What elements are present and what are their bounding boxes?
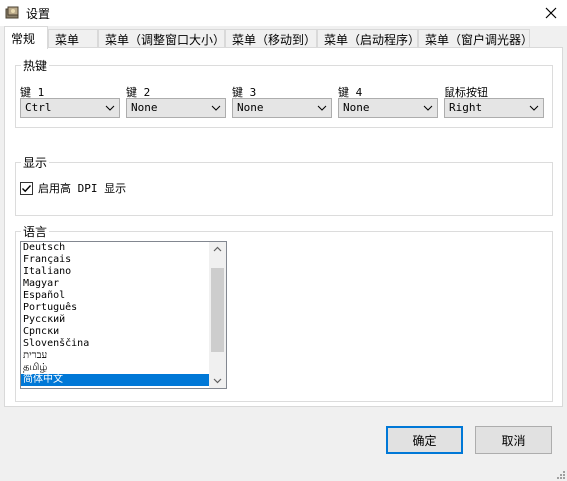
- checkmark-icon: [22, 184, 32, 192]
- mouse-button-value: Right: [449, 101, 483, 114]
- key4-field: 键 4 None: [338, 84, 440, 120]
- language-list-scrollbar[interactable]: [209, 242, 226, 388]
- key1-value: Ctrl: [25, 101, 52, 114]
- chevron-down-icon: [105, 105, 115, 111]
- mouse-button-field: 鼠标按钮 Right: [444, 84, 546, 120]
- chevron-down-icon: [317, 105, 327, 111]
- key3-value: None: [237, 101, 264, 114]
- close-icon: [545, 7, 557, 19]
- key1-field: 键 1 Ctrl: [20, 84, 122, 120]
- cancel-button[interactable]: 取消: [475, 426, 552, 454]
- app-icon: [5, 6, 19, 19]
- language-group: 语言 Deutsch Français Italiano Magyar Espa…: [15, 223, 553, 402]
- list-item[interactable]: Magyar: [21, 278, 211, 290]
- list-item[interactable]: Français: [21, 254, 211, 266]
- list-item[interactable]: Русский: [21, 314, 211, 326]
- language-list[interactable]: Deutsch Français Italiano Magyar Español…: [20, 241, 227, 389]
- list-item[interactable]: Português: [21, 302, 211, 314]
- key2-value: None: [131, 101, 158, 114]
- list-item[interactable]: Српски: [21, 326, 211, 338]
- language-group-label: 语言: [21, 223, 50, 240]
- list-item[interactable]: Slovenščina: [21, 338, 211, 350]
- key3-field: 键 3 None: [232, 84, 334, 120]
- chevron-down-icon: [423, 105, 433, 111]
- tab-menu[interactable]: 菜单: [48, 29, 98, 48]
- list-item[interactable]: தமிழ்: [21, 362, 211, 374]
- key3-select[interactable]: None: [232, 98, 332, 118]
- scroll-thumb[interactable]: [211, 268, 224, 352]
- list-item[interactable]: Italiano: [21, 266, 211, 278]
- scroll-up-button[interactable]: [209, 242, 226, 256]
- high-dpi-checkbox[interactable]: [20, 181, 33, 195]
- list-item[interactable]: עברית: [21, 350, 211, 362]
- chevron-down-icon: [211, 105, 221, 111]
- resize-grip-icon[interactable]: [555, 469, 565, 479]
- chevron-up-icon: [213, 246, 222, 252]
- tab-menu-launch[interactable]: 菜单（启动程序）: [317, 29, 420, 48]
- close-button[interactable]: [535, 0, 567, 26]
- display-group: 显示 启用高 DPI 显示: [15, 154, 553, 216]
- ok-button[interactable]: 确定: [386, 426, 463, 454]
- tab-menu-resize[interactable]: 菜单（调整窗口大小）: [98, 29, 225, 48]
- key1-select[interactable]: Ctrl: [20, 98, 120, 118]
- key4-select[interactable]: None: [338, 98, 438, 118]
- chevron-down-icon: [213, 378, 222, 384]
- hotkeys-group: 热键 键 1 Ctrl 键 2 None 键 3 None 键 4 None 鼠…: [15, 57, 553, 128]
- key2-field: 键 2 None: [126, 84, 228, 120]
- high-dpi-label: 启用高 DPI 显示: [38, 182, 127, 195]
- key2-select[interactable]: None: [126, 98, 226, 118]
- mouse-button-select[interactable]: Right: [444, 98, 544, 118]
- list-item[interactable]: Deutsch: [21, 242, 211, 254]
- display-group-label: 显示: [21, 154, 50, 171]
- tab-bar: 常规 菜单 菜单（调整窗口大小） 菜单（移动到） 菜单（启动程序） 菜单（窗户调…: [4, 26, 564, 49]
- list-item-selected[interactable]: 简体中文: [21, 374, 211, 386]
- window-title: 设置: [26, 7, 51, 21]
- general-panel: 热键 键 1 Ctrl 键 2 None 键 3 None 键 4 None 鼠…: [4, 47, 563, 407]
- tab-menu-move[interactable]: 菜单（移动到）: [225, 29, 317, 48]
- title-bar: 设置: [0, 0, 567, 26]
- chevron-down-icon: [529, 105, 539, 111]
- list-item[interactable]: Español: [21, 290, 211, 302]
- tab-general[interactable]: 常规: [4, 26, 48, 49]
- scroll-down-button[interactable]: [209, 374, 226, 388]
- hotkeys-group-label: 热键: [21, 57, 50, 74]
- high-dpi-option[interactable]: 启用高 DPI 显示: [20, 180, 126, 196]
- tab-menu-dimmer[interactable]: 菜单（窗户调光器）: [418, 29, 533, 48]
- key4-value: None: [343, 101, 370, 114]
